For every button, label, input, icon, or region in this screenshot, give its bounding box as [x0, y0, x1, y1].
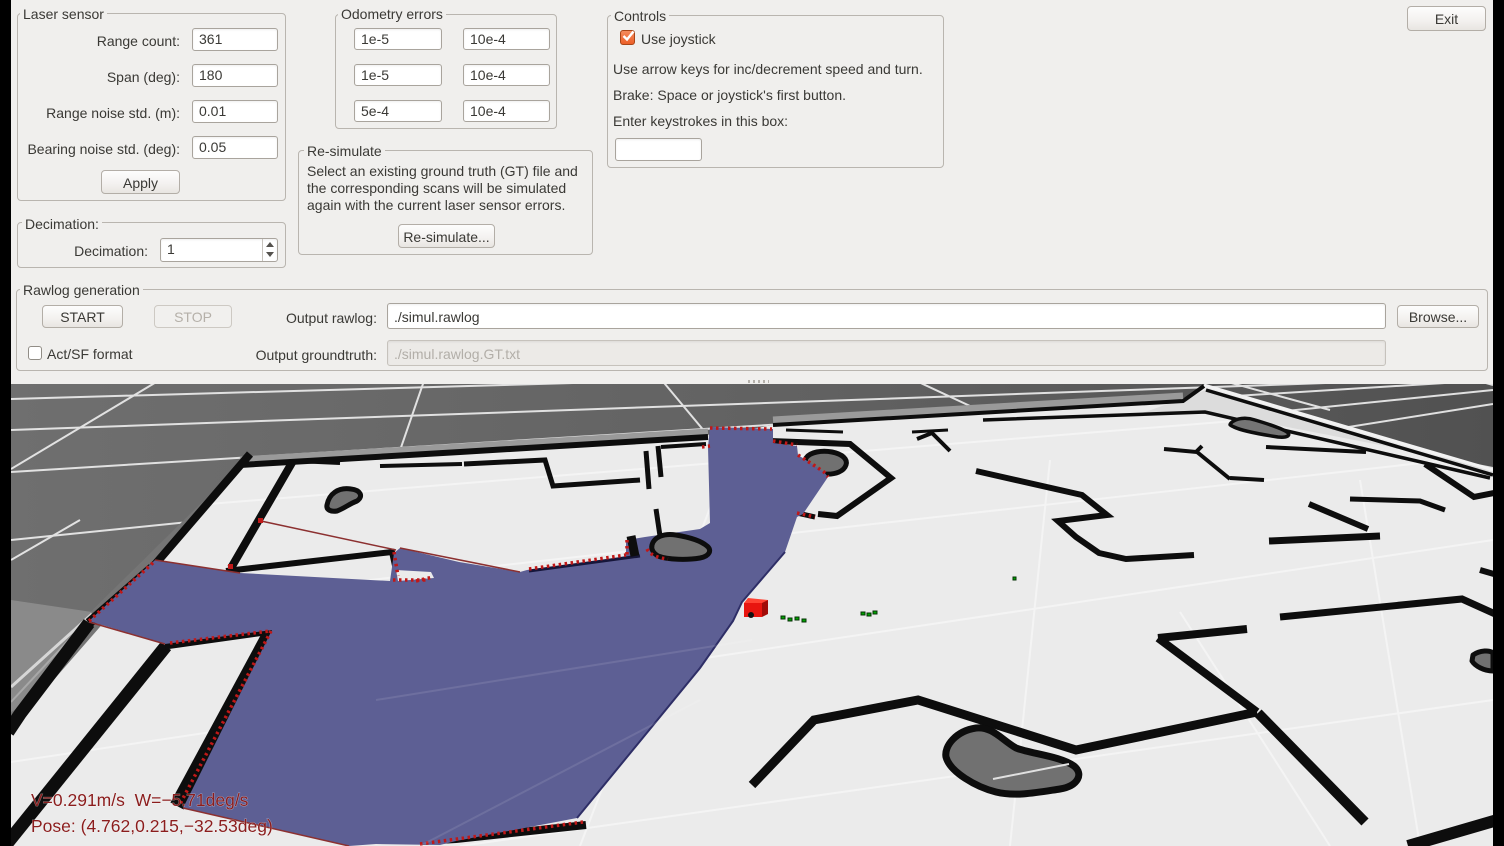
- svg-text:Pose: (4.762,0.215,−32.53deg): Pose: (4.762,0.215,−32.53deg): [31, 816, 273, 836]
- svg-text:V=0.291m/s W=−5.71deg/s: V=0.291m/s W=−5.71deg/s: [31, 790, 249, 810]
